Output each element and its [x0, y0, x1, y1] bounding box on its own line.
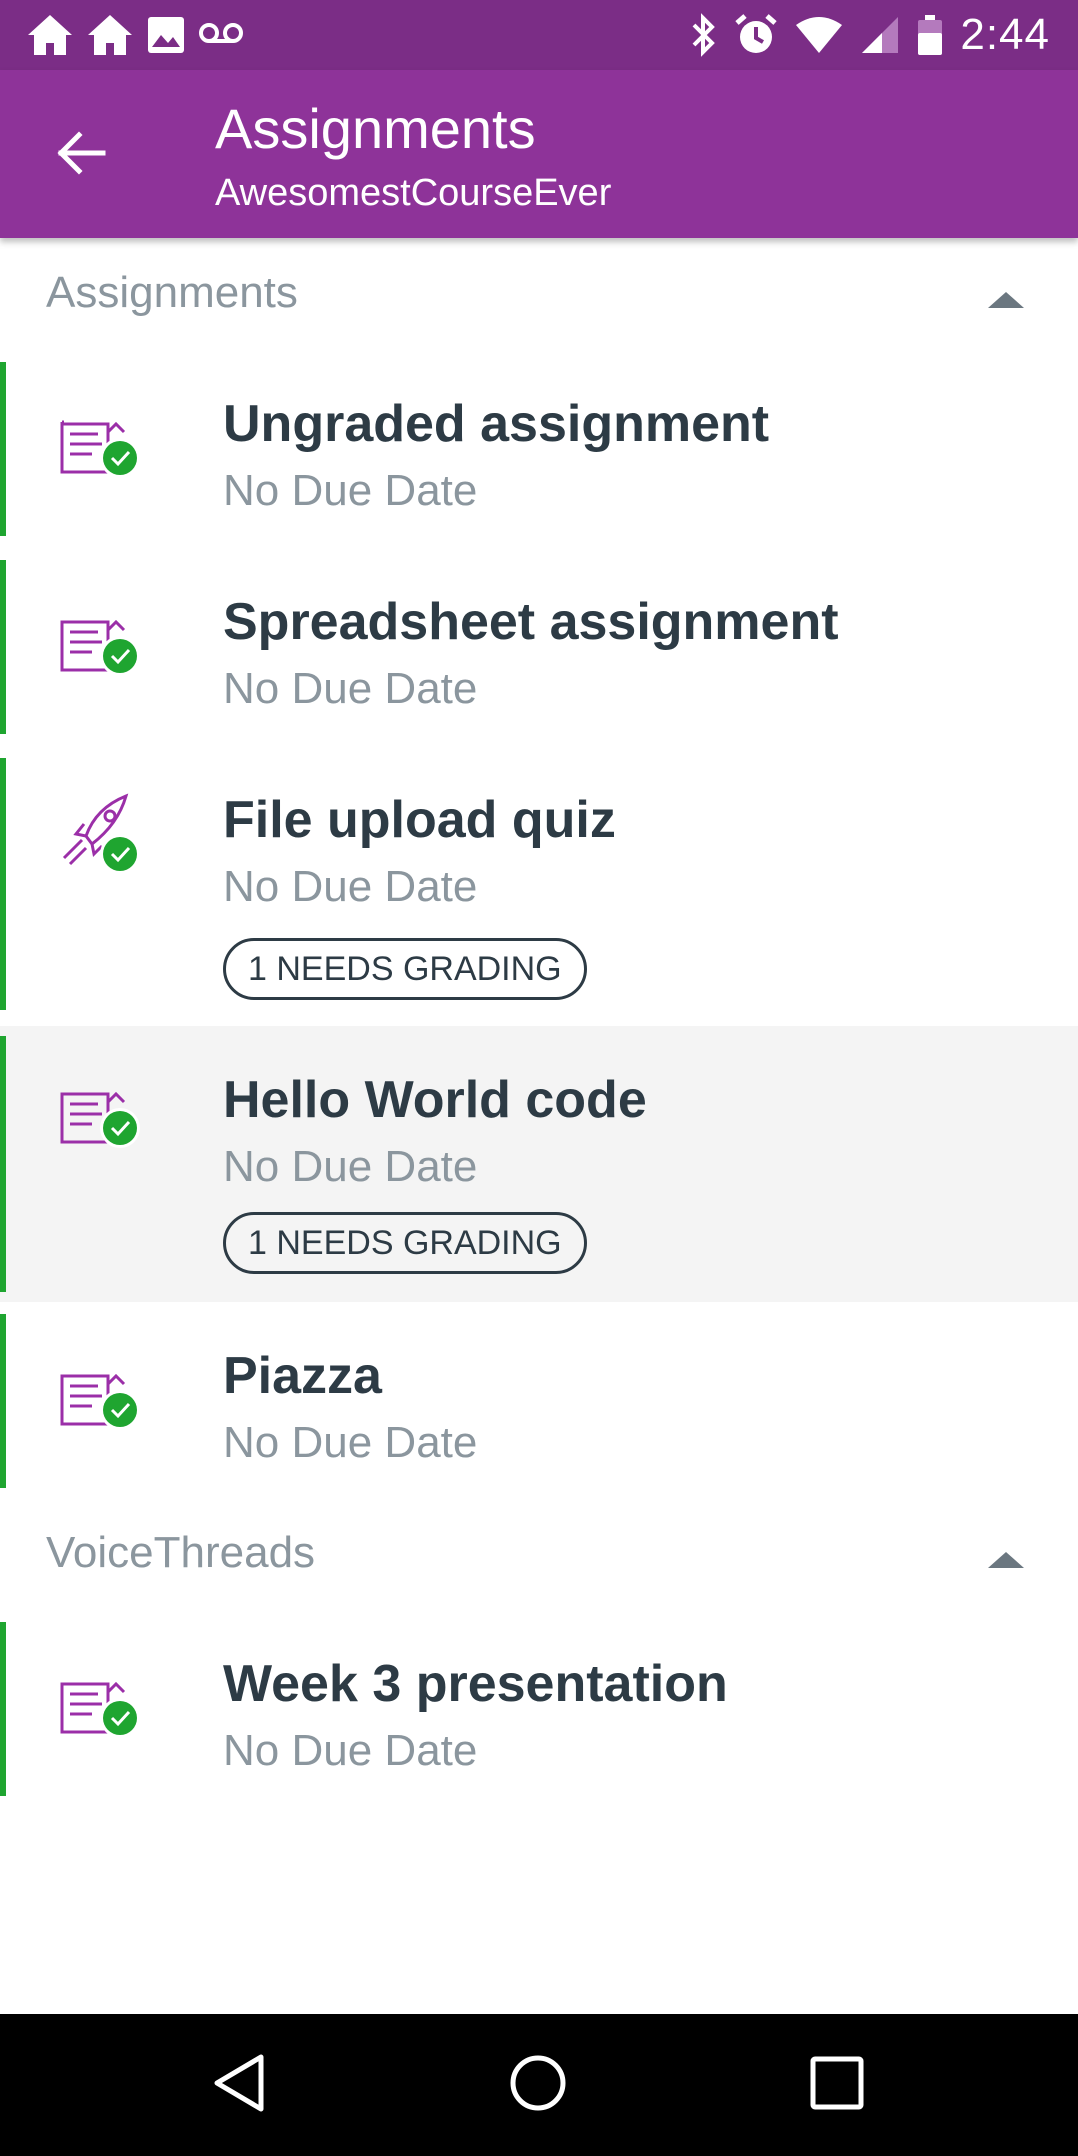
battery-icon — [916, 13, 944, 57]
back-triangle-icon — [211, 2053, 267, 2118]
item-due-date: No Due Date — [223, 1418, 478, 1467]
status-time: 2:44 — [960, 10, 1050, 59]
status-bar: 2:44 — [0, 0, 1078, 70]
item-due-date: No Due Date — [223, 1142, 478, 1191]
item-due-date: No Due Date — [223, 466, 478, 515]
home-icon — [86, 13, 134, 57]
item-title: Spreadsheet assignment — [223, 593, 839, 651]
needs-grading-badge: 1 NEEDS GRADING — [223, 1212, 587, 1274]
bluetooth-icon — [688, 13, 718, 57]
item-title: Week 3 presentation — [223, 1655, 728, 1713]
image-icon — [146, 15, 186, 55]
list-item[interactable]: File upload quiz No Due Date 1 NEEDS GRA… — [0, 758, 1078, 1010]
chevron-up-icon — [986, 288, 1026, 317]
section-header-voicethreads[interactable]: VoiceThreads — [0, 1498, 1078, 1618]
published-indicator — [0, 362, 6, 536]
section-title: VoiceThreads — [46, 1528, 316, 1577]
back-button[interactable] — [46, 120, 116, 190]
app-toolbar: Assignments AwesomestCourseEver — [0, 70, 1078, 238]
status-right-icons: 2:44 — [688, 10, 1050, 60]
section-header-assignments[interactable]: Assignments — [0, 238, 1078, 358]
assignment-icon — [56, 1344, 146, 1434]
alarm-icon — [734, 13, 778, 57]
assignment-icon — [56, 1062, 146, 1152]
arrow-back-icon — [55, 127, 107, 184]
list-item[interactable]: Piazza No Due Date — [0, 1314, 1078, 1488]
item-title: Hello World code — [223, 1071, 647, 1129]
status-left-icons — [26, 10, 244, 60]
published-indicator — [0, 1036, 6, 1292]
section-title: Assignments — [46, 268, 298, 317]
list-item[interactable]: Spreadsheet assignment No Due Date — [0, 560, 1078, 734]
page-title: Assignments — [215, 97, 536, 160]
item-due-date: No Due Date — [223, 664, 478, 713]
item-title: File upload quiz — [223, 791, 616, 849]
nav-back-button[interactable] — [204, 2050, 274, 2120]
home-icon — [26, 13, 74, 57]
published-indicator — [0, 1314, 6, 1488]
needs-grading-badge: 1 NEEDS GRADING — [223, 938, 587, 1000]
system-nav-bar — [0, 2014, 1078, 2156]
item-due-date: No Due Date — [223, 1726, 478, 1775]
home-circle-icon — [508, 2053, 568, 2118]
item-due-date: No Due Date — [223, 862, 478, 911]
nav-recents-button[interactable] — [802, 2050, 872, 2120]
wifi-icon — [794, 15, 844, 55]
item-title: Ungraded assignment — [223, 395, 770, 453]
collapse-section-button[interactable] — [984, 280, 1028, 324]
assignment-icon — [56, 590, 146, 680]
nav-home-button[interactable] — [503, 2050, 573, 2120]
quiz-rocket-icon — [56, 788, 146, 878]
list-item[interactable]: Week 3 presentation No Due Date — [0, 1622, 1078, 1796]
assignment-icon — [56, 1652, 146, 1742]
published-indicator — [0, 560, 6, 734]
published-indicator — [0, 758, 6, 1010]
chevron-up-icon — [986, 1548, 1026, 1577]
course-name: AwesomestCourseEver — [215, 172, 612, 214]
assignment-icon — [56, 392, 146, 482]
recents-square-icon — [809, 2055, 865, 2116]
published-indicator — [0, 1622, 6, 1796]
list-item[interactable]: Hello World code No Due Date 1 NEEDS GRA… — [0, 1026, 1078, 1302]
item-title: Piazza — [223, 1347, 382, 1405]
signal-icon — [860, 15, 900, 55]
list-item[interactable]: Ungraded assignment No Due Date — [0, 362, 1078, 536]
voicemail-icon — [198, 20, 244, 50]
collapse-section-button[interactable] — [984, 1540, 1028, 1584]
